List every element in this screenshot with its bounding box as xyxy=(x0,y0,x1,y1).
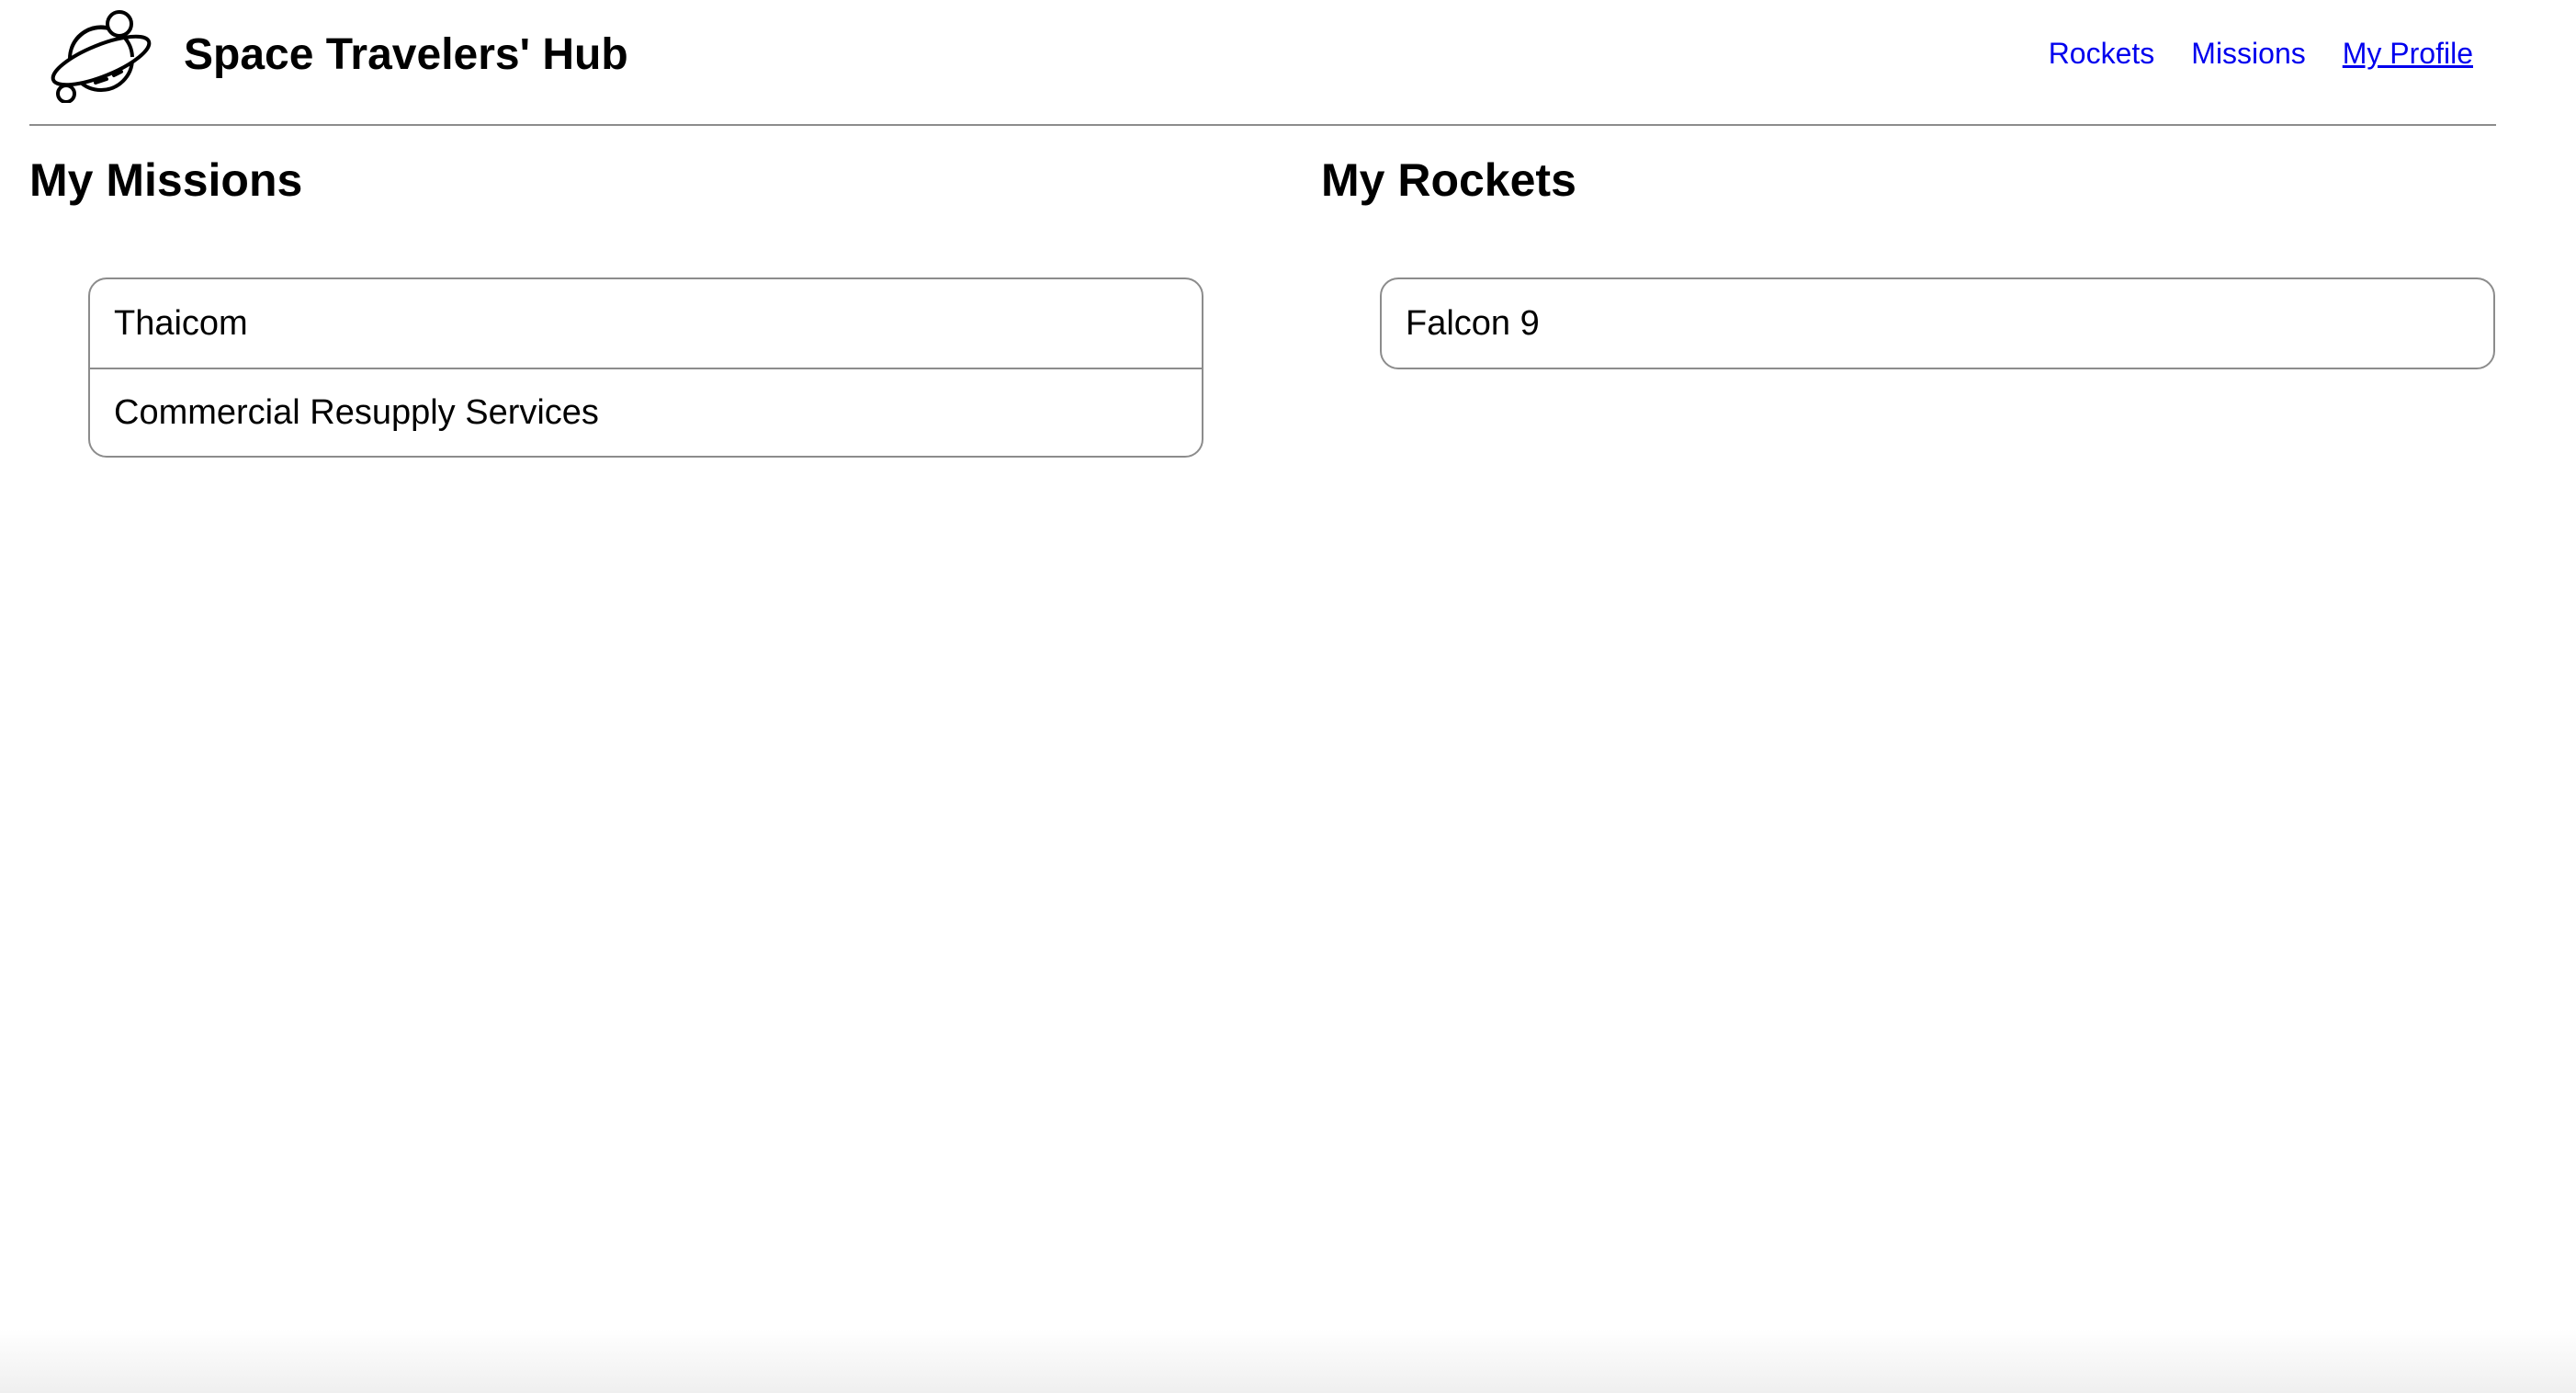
nav-link-rockets[interactable]: Rockets xyxy=(2049,33,2155,74)
mission-item: Commercial Resupply Services xyxy=(90,368,1202,456)
missions-list: Thaicom Commercial Resupply Services xyxy=(88,277,1203,458)
bottom-shadow xyxy=(0,1329,2576,1393)
my-rockets-title: My Rockets xyxy=(1321,154,1576,206)
my-missions-section: My Missions Thaicom Commercial Resupply … xyxy=(29,151,1205,458)
brand-title: Space Travelers' Hub xyxy=(184,30,628,79)
nav-link-missions[interactable]: Missions xyxy=(2191,33,2305,74)
rockets-list: Falcon 9 xyxy=(1380,277,2495,369)
profile-page: Space Travelers' Hub Rockets Missions My… xyxy=(0,0,2576,1393)
site-header: Space Travelers' Hub Rockets Missions My… xyxy=(29,0,2496,126)
rocket-item: Falcon 9 xyxy=(1406,303,1540,343)
main-nav: Rockets Missions My Profile xyxy=(2049,33,2473,74)
mission-item: Thaicom xyxy=(114,303,248,343)
my-rockets-section: My Rockets Falcon 9 xyxy=(1321,151,2497,369)
my-missions-title: My Missions xyxy=(29,154,303,206)
planet-logo-icon[interactable] xyxy=(50,4,156,103)
nav-link-my-profile[interactable]: My Profile xyxy=(2343,33,2473,74)
